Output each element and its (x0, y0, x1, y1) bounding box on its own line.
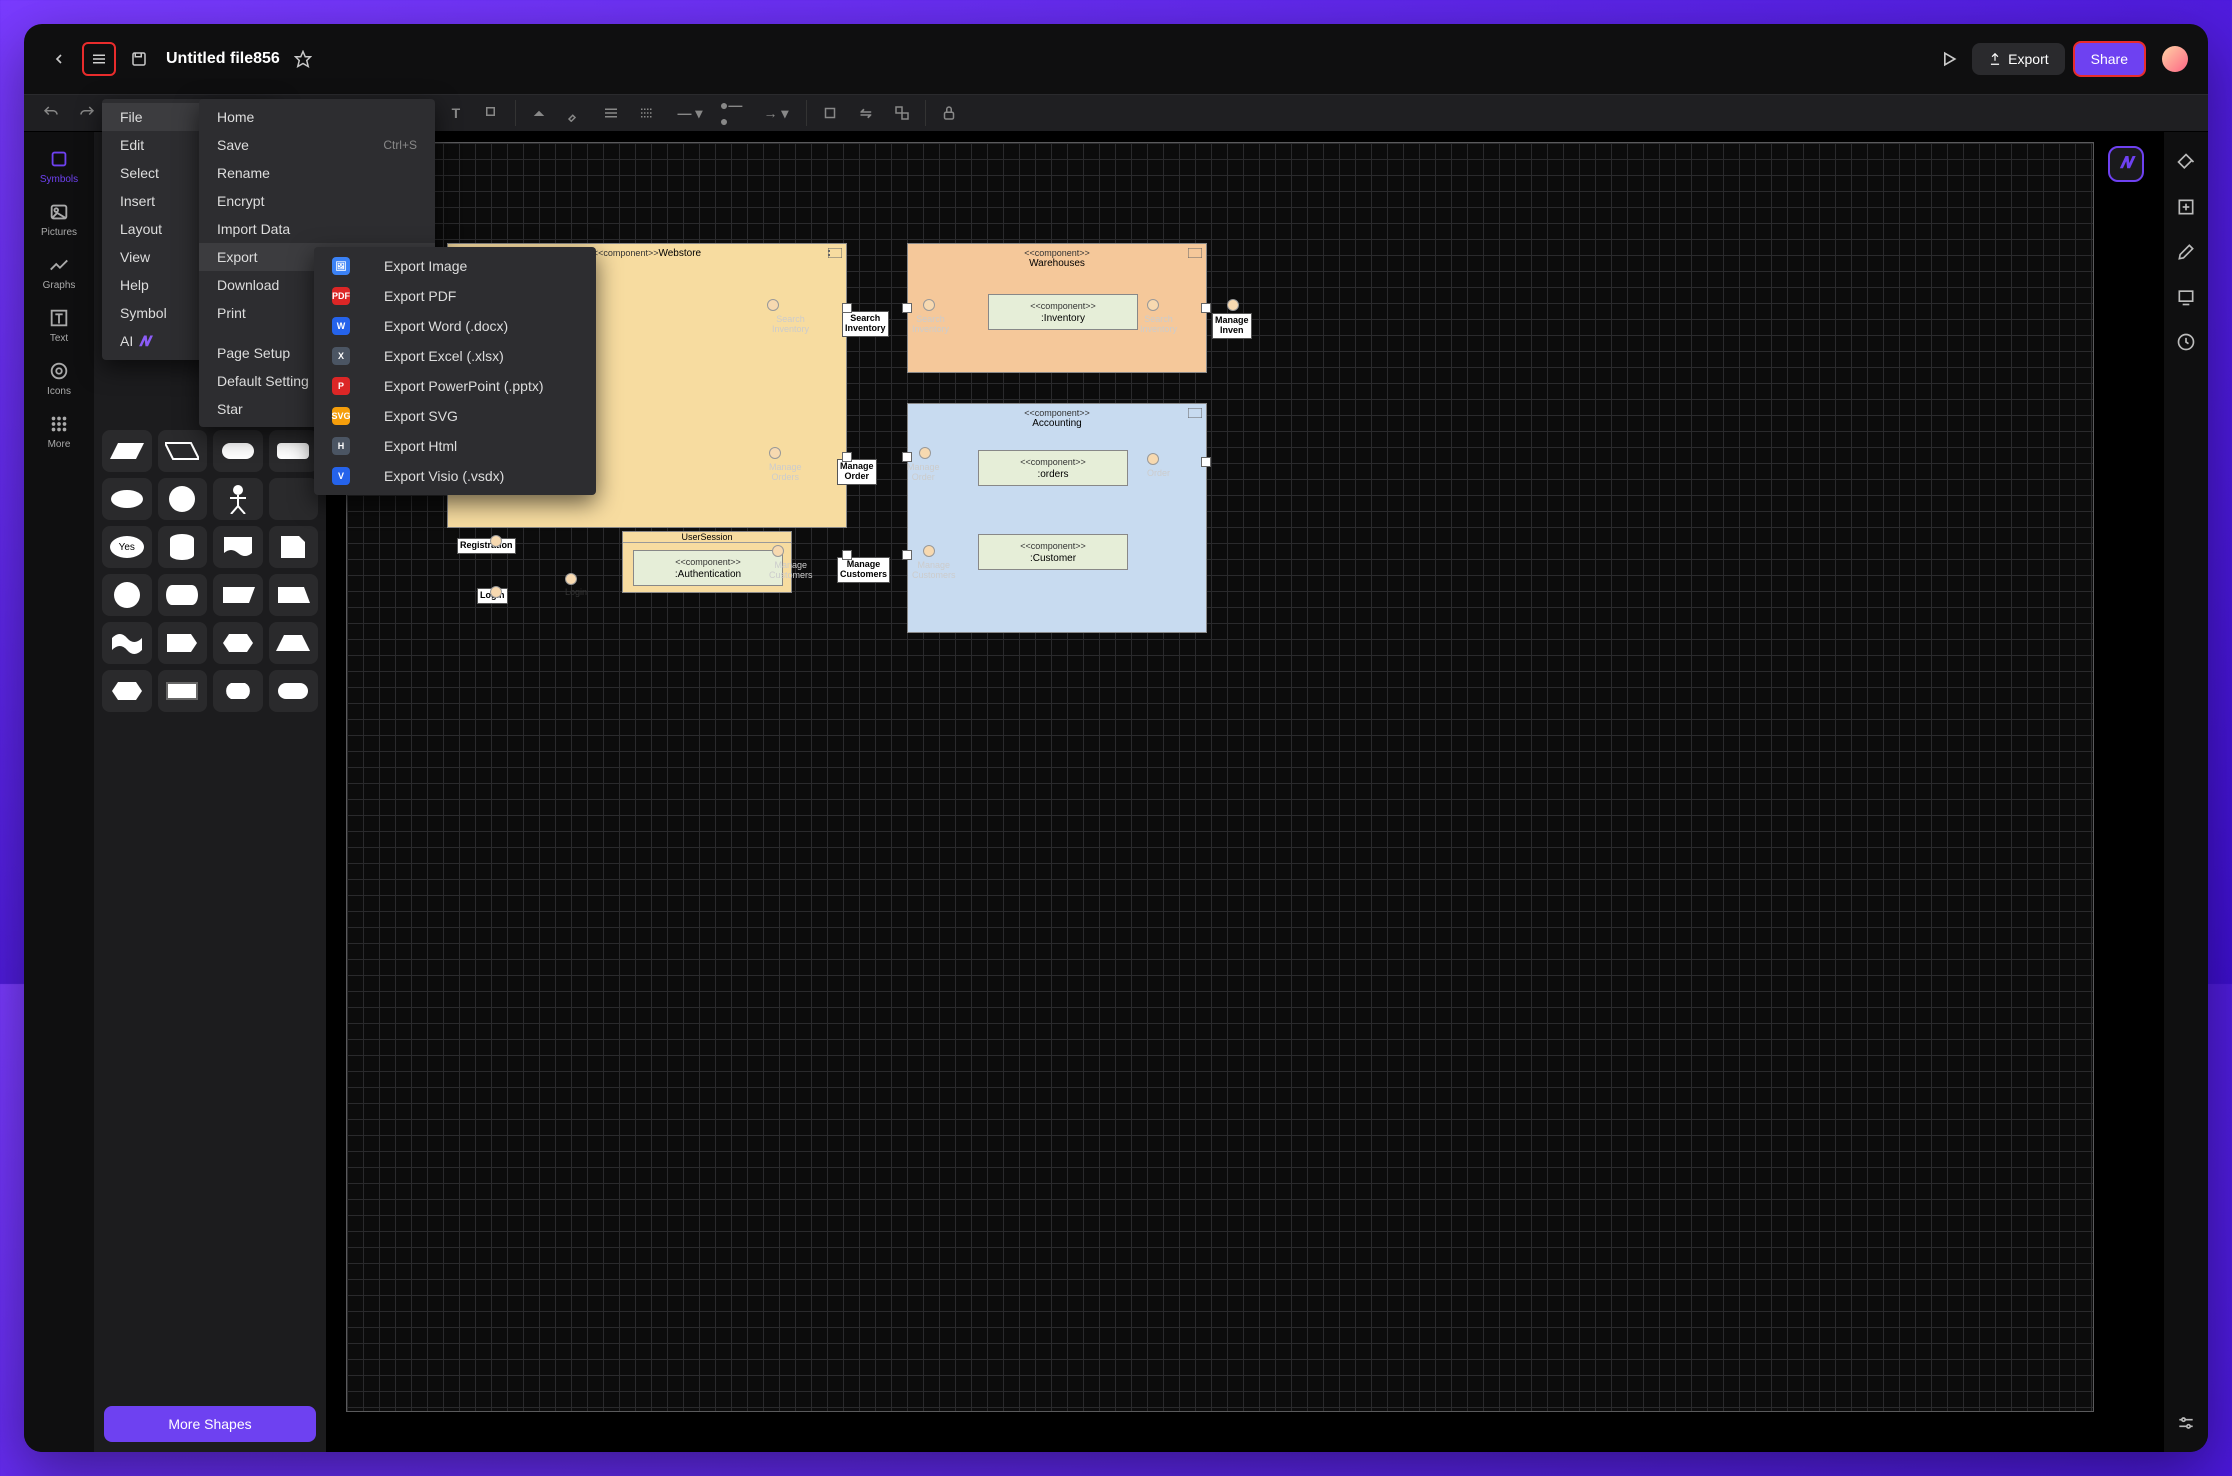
shape-capsule[interactable] (213, 430, 263, 472)
left-sidebar: Symbols Pictures Graphs Text Icons More (24, 132, 94, 1452)
document-title[interactable]: Untitled file856 (166, 50, 280, 68)
file-menu-rename[interactable]: Rename (199, 159, 435, 187)
more-shapes-button[interactable]: More Shapes (104, 1406, 316, 1442)
component-icon (828, 248, 842, 258)
avatar[interactable] (2162, 46, 2188, 72)
shape-cyl2[interactable] (158, 574, 208, 616)
export-menu: 🖼Export ImagePDFExport PDFWExport Word (… (314, 247, 596, 495)
shape-hex-arrow[interactable] (213, 622, 263, 664)
shape-stadium[interactable] (213, 670, 263, 712)
right-sidebar (2164, 132, 2208, 1452)
shape-empty[interactable] (269, 478, 319, 520)
shape-trap2[interactable] (269, 574, 319, 616)
line-style-button[interactable]: — ▾ (670, 100, 710, 126)
shape-yes[interactable]: Yes (102, 526, 152, 568)
sidebar-item-pictures[interactable]: Pictures (41, 201, 77, 238)
undo-icon[interactable] (38, 100, 64, 126)
shape-circle[interactable] (158, 478, 208, 520)
shape-tool[interactable] (479, 100, 505, 126)
share-button-label: Share (2091, 51, 2128, 67)
present-icon[interactable] (2176, 287, 2196, 312)
redo-icon[interactable] (74, 100, 100, 126)
shape-actor[interactable] (213, 478, 263, 520)
share-button[interactable]: Share (2073, 41, 2146, 77)
pen-icon[interactable] (2176, 242, 2196, 267)
shape-cylinder[interactable] (158, 526, 208, 568)
export-menu-export-pdf[interactable]: PDFExport PDF (314, 281, 596, 311)
highlight-button[interactable] (562, 100, 588, 126)
group-button[interactable] (889, 100, 915, 126)
text-tool[interactable]: T (443, 100, 469, 126)
shape-parallelogram[interactable] (102, 430, 152, 472)
flip-button[interactable]: ⇋ (853, 100, 879, 126)
border-dashed-button[interactable] (634, 100, 660, 126)
sidebar-item-symbols[interactable]: Symbols (40, 148, 78, 185)
sidebar-item-text[interactable]: Text (48, 307, 70, 344)
save-icon[interactable] (124, 44, 154, 74)
border-solid-button[interactable] (598, 100, 624, 126)
export-menu-export-visio-vsdx-[interactable]: VExport Visio (.vsdx) (314, 461, 596, 491)
export-menu-export-word-docx-[interactable]: WExport Word (.docx) (314, 311, 596, 341)
export-button[interactable]: Export (1972, 43, 2064, 75)
shape-pill[interactable] (269, 670, 319, 712)
shape-ellipse[interactable] (102, 478, 152, 520)
back-button[interactable] (44, 44, 74, 74)
line-caps-button[interactable]: ●—● (720, 100, 746, 126)
file-menu-home[interactable]: Home (199, 103, 435, 131)
layer-button[interactable] (817, 100, 843, 126)
lock-button[interactable] (936, 100, 962, 126)
export-menu-export-html[interactable]: HExport Html (314, 431, 596, 461)
shape-doc[interactable] (213, 526, 263, 568)
insert-icon[interactable] (2176, 197, 2196, 222)
hamburger-menu-button[interactable] (82, 42, 116, 76)
file-menu-save[interactable]: SaveCtrl+S (199, 131, 435, 159)
export-button-label: Export (2008, 51, 2048, 67)
shape-trap3[interactable] (269, 622, 319, 664)
file-menu-encrypt[interactable]: Encrypt (199, 187, 435, 215)
component-icon (1188, 408, 1202, 418)
export-menu-export-powerpoint-pptx-[interactable]: PExport PowerPoint (.pptx) (314, 371, 596, 401)
shape-trap[interactable] (213, 574, 263, 616)
shape-rounded[interactable] (269, 430, 319, 472)
sidebar-item-icons[interactable]: Icons (47, 360, 71, 397)
ai-button[interactable]: 𝑵 (2108, 146, 2144, 182)
fill-tool-icon[interactable] (2176, 152, 2196, 177)
shape-circle2[interactable] (102, 574, 152, 616)
export-menu-export-svg[interactable]: SVGExport SVG (314, 401, 596, 431)
shape-parallelogram-alt[interactable] (158, 430, 208, 472)
sidebar-item-more[interactable]: More (48, 413, 71, 450)
canvas-area[interactable]: <<component>>Webstore <<component>> Ware… (326, 132, 2164, 1452)
shape-note[interactable] (269, 526, 319, 568)
fill-button[interactable] (526, 100, 552, 126)
shape-hex[interactable] (102, 670, 152, 712)
sidebar-item-graphs[interactable]: Graphs (43, 254, 76, 291)
file-menu-import-data[interactable]: Import Data (199, 215, 435, 243)
shape-wave[interactable] (102, 622, 152, 664)
arrow-style-button[interactable]: → ▾ (756, 100, 796, 126)
settings-icon[interactable] (2176, 1413, 2196, 1438)
export-menu-export-excel-xlsx-[interactable]: XExport Excel (.xlsx) (314, 341, 596, 371)
star-icon[interactable] (288, 44, 318, 74)
shape-outline[interactable] (158, 670, 208, 712)
export-menu-export-image[interactable]: 🖼Export Image (314, 251, 596, 281)
component-icon (1188, 248, 1202, 258)
history-icon[interactable] (2176, 332, 2196, 357)
play-button[interactable] (1934, 44, 1964, 74)
shape-flag[interactable] (158, 622, 208, 664)
